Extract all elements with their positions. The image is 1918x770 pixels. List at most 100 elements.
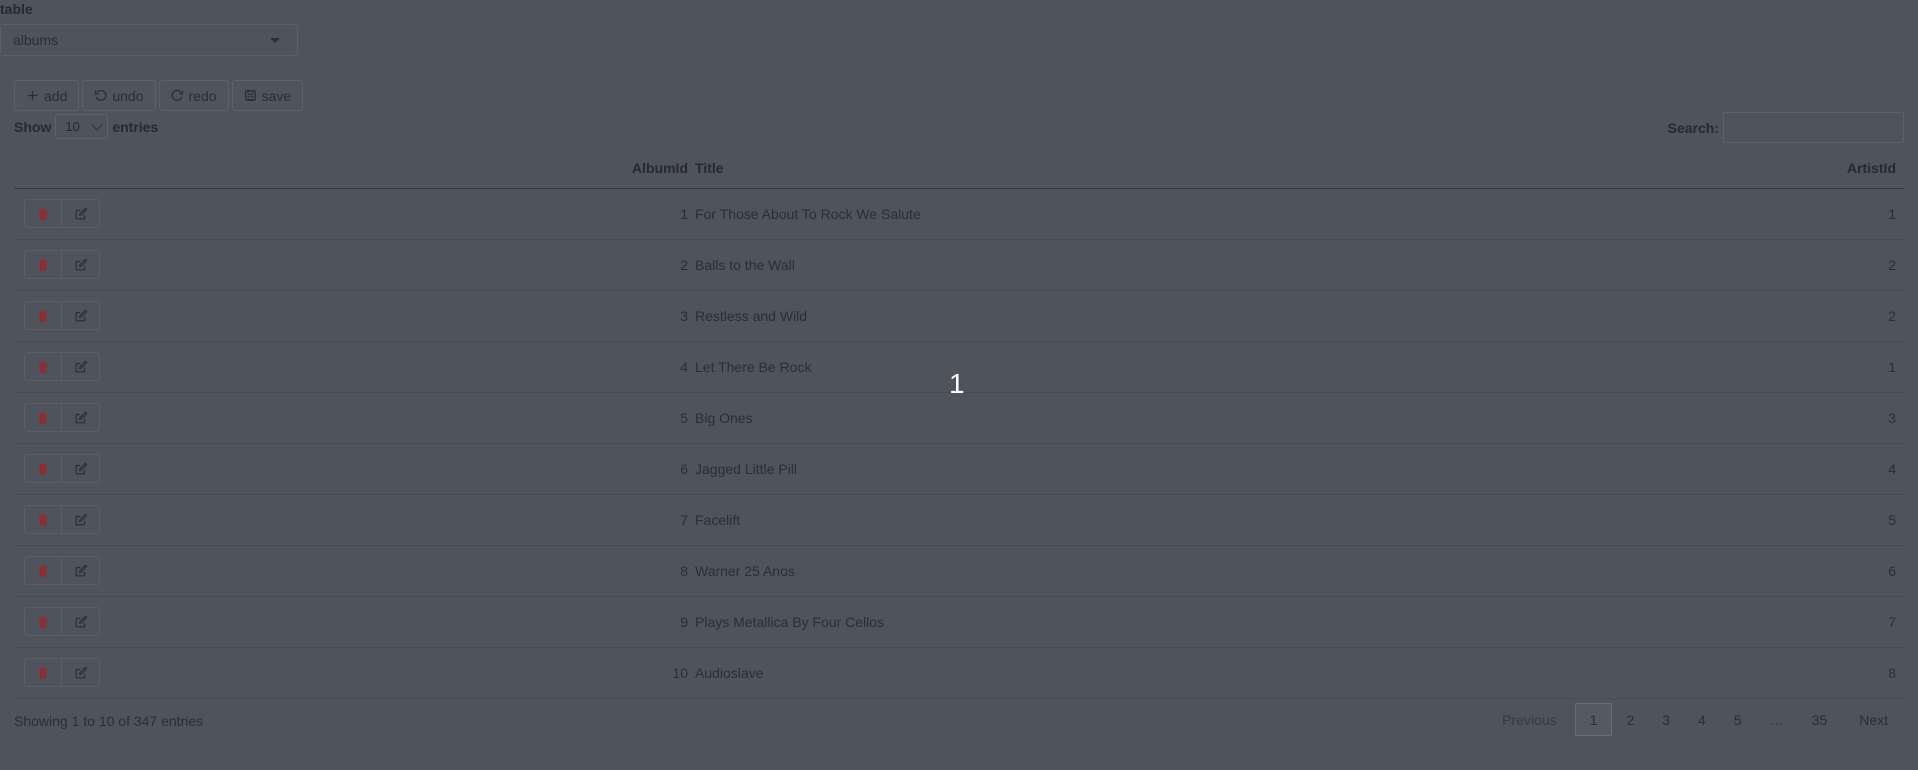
- edit-icon: [75, 258, 87, 270]
- edit-row-button[interactable]: [62, 301, 100, 330]
- toolbar: add undo redo save: [14, 80, 304, 111]
- page-button-1[interactable]: 1: [1574, 703, 1613, 736]
- table-select[interactable]: albums: [0, 24, 298, 56]
- table-row: 5 Big Ones 3: [14, 393, 1904, 444]
- trash-icon: [38, 310, 48, 322]
- trash-icon: [38, 259, 48, 271]
- delete-row-button[interactable]: [24, 403, 62, 432]
- plus-icon: [27, 90, 38, 101]
- length-show-label: Show: [14, 118, 52, 135]
- length-menu: Show 10 entries: [14, 114, 158, 139]
- cell-artistid: 5: [1888, 512, 1896, 528]
- edit-icon: [75, 411, 87, 423]
- page-button-4[interactable]: 4: [1684, 703, 1720, 736]
- edit-row-button[interactable]: [62, 607, 100, 636]
- trash-icon: [38, 565, 48, 577]
- undo-button-label: undo: [112, 87, 144, 104]
- edit-row-button[interactable]: [62, 352, 100, 381]
- add-button[interactable]: add: [14, 80, 80, 111]
- edit-icon: [75, 360, 87, 372]
- cell-albumid: 1: [680, 206, 688, 222]
- edit-row-button[interactable]: [62, 403, 100, 432]
- cell-title: Warner 25 Anos: [695, 563, 795, 579]
- trash-icon: [38, 463, 48, 475]
- edit-row-button[interactable]: [62, 556, 100, 585]
- cell-title: Restless and Wild: [695, 308, 808, 324]
- cell-albumid: 9: [680, 614, 688, 630]
- row-actions: [24, 556, 100, 585]
- column-header-albumid[interactable]: AlbumId: [632, 160, 688, 176]
- trash-icon: [38, 514, 48, 526]
- undo-button[interactable]: undo: [82, 80, 156, 111]
- edit-row-button[interactable]: [62, 505, 100, 534]
- page-button-5[interactable]: 5: [1720, 703, 1756, 736]
- delete-row-button[interactable]: [24, 352, 62, 381]
- delete-row-button[interactable]: [24, 556, 62, 585]
- save-button[interactable]: save: [231, 80, 304, 111]
- cell-title: For Those About To Rock We Salute: [695, 206, 921, 222]
- delete-row-button[interactable]: [24, 658, 62, 687]
- edit-row-button[interactable]: [62, 658, 100, 687]
- cell-artistid: 1: [1888, 359, 1896, 375]
- cell-albumid: 7: [680, 512, 688, 528]
- delete-row-button[interactable]: [24, 505, 62, 534]
- table-row: 1 For Those About To Rock We Salute 1: [14, 189, 1904, 240]
- table-header: AlbumId Title ArtistId: [14, 148, 1904, 189]
- column-header-artistid[interactable]: ArtistId: [1847, 160, 1896, 176]
- page-length-select[interactable]: 10: [55, 114, 109, 139]
- edit-row-button[interactable]: [62, 454, 100, 483]
- trash-icon: [38, 361, 48, 373]
- overlay-number: 1: [949, 368, 965, 399]
- search-label: Search:: [1667, 119, 1719, 136]
- next-page-button[interactable]: Next: [1841, 703, 1902, 736]
- cell-albumid: 10: [672, 665, 688, 681]
- table-row: 8 Warner 25 Anos 6: [14, 546, 1904, 597]
- delete-row-button[interactable]: [24, 454, 62, 483]
- edit-icon: [75, 666, 87, 678]
- delete-row-button[interactable]: [24, 199, 62, 228]
- page-button-3[interactable]: 3: [1648, 703, 1684, 736]
- search-input[interactable]: [1723, 112, 1904, 143]
- chevron-down-icon: [91, 118, 104, 131]
- table-row: 3 Restless and Wild 2: [14, 291, 1904, 342]
- edit-icon: [75, 207, 87, 219]
- cell-artistid: 6: [1888, 563, 1896, 579]
- table-row: 6 Jagged Little Pill 4: [14, 444, 1904, 495]
- row-actions: [24, 199, 100, 228]
- edit-icon: [75, 564, 87, 576]
- row-actions: [24, 352, 100, 381]
- table-row: 9 Plays Metallica By Four Cellos 7: [14, 597, 1904, 648]
- row-actions: [24, 250, 100, 279]
- redo-button-label: redo: [188, 87, 217, 104]
- redo-button[interactable]: redo: [158, 80, 229, 111]
- row-actions: [24, 505, 100, 534]
- cell-albumid: 2: [680, 257, 688, 273]
- row-actions: [24, 403, 100, 432]
- undo-icon: [95, 89, 107, 101]
- page-button-35[interactable]: 35: [1798, 703, 1842, 736]
- redo-icon: [171, 89, 183, 101]
- cell-albumid: 4: [680, 359, 688, 375]
- cell-title: Plays Metallica By Four Cellos: [695, 614, 885, 630]
- table-row: 10 Audioslave 8: [14, 648, 1904, 699]
- cell-title: Audioslave: [695, 665, 764, 681]
- row-actions: [24, 607, 100, 636]
- trash-icon: [38, 616, 48, 628]
- row-actions: [24, 658, 100, 687]
- page-button-2[interactable]: 2: [1612, 703, 1648, 736]
- column-header-title[interactable]: Title: [695, 160, 724, 176]
- search-box: Search:: [1668, 112, 1904, 143]
- save-icon: [244, 90, 256, 101]
- edit-row-button[interactable]: [62, 250, 100, 279]
- table-row: 7 Facelift 5: [14, 495, 1904, 546]
- delete-row-button[interactable]: [24, 607, 62, 636]
- cell-artistid: 7: [1888, 614, 1896, 630]
- edit-icon: [75, 309, 87, 321]
- delete-row-button[interactable]: [24, 301, 62, 330]
- albums-table: AlbumId Title ArtistId 1 For Those About…: [14, 148, 1904, 699]
- edit-row-button[interactable]: [62, 199, 100, 228]
- previous-page-button[interactable]: Previous: [1488, 703, 1574, 736]
- table-select-value: albums: [13, 32, 59, 48]
- delete-row-button[interactable]: [24, 250, 62, 279]
- add-button-label: add: [44, 87, 68, 104]
